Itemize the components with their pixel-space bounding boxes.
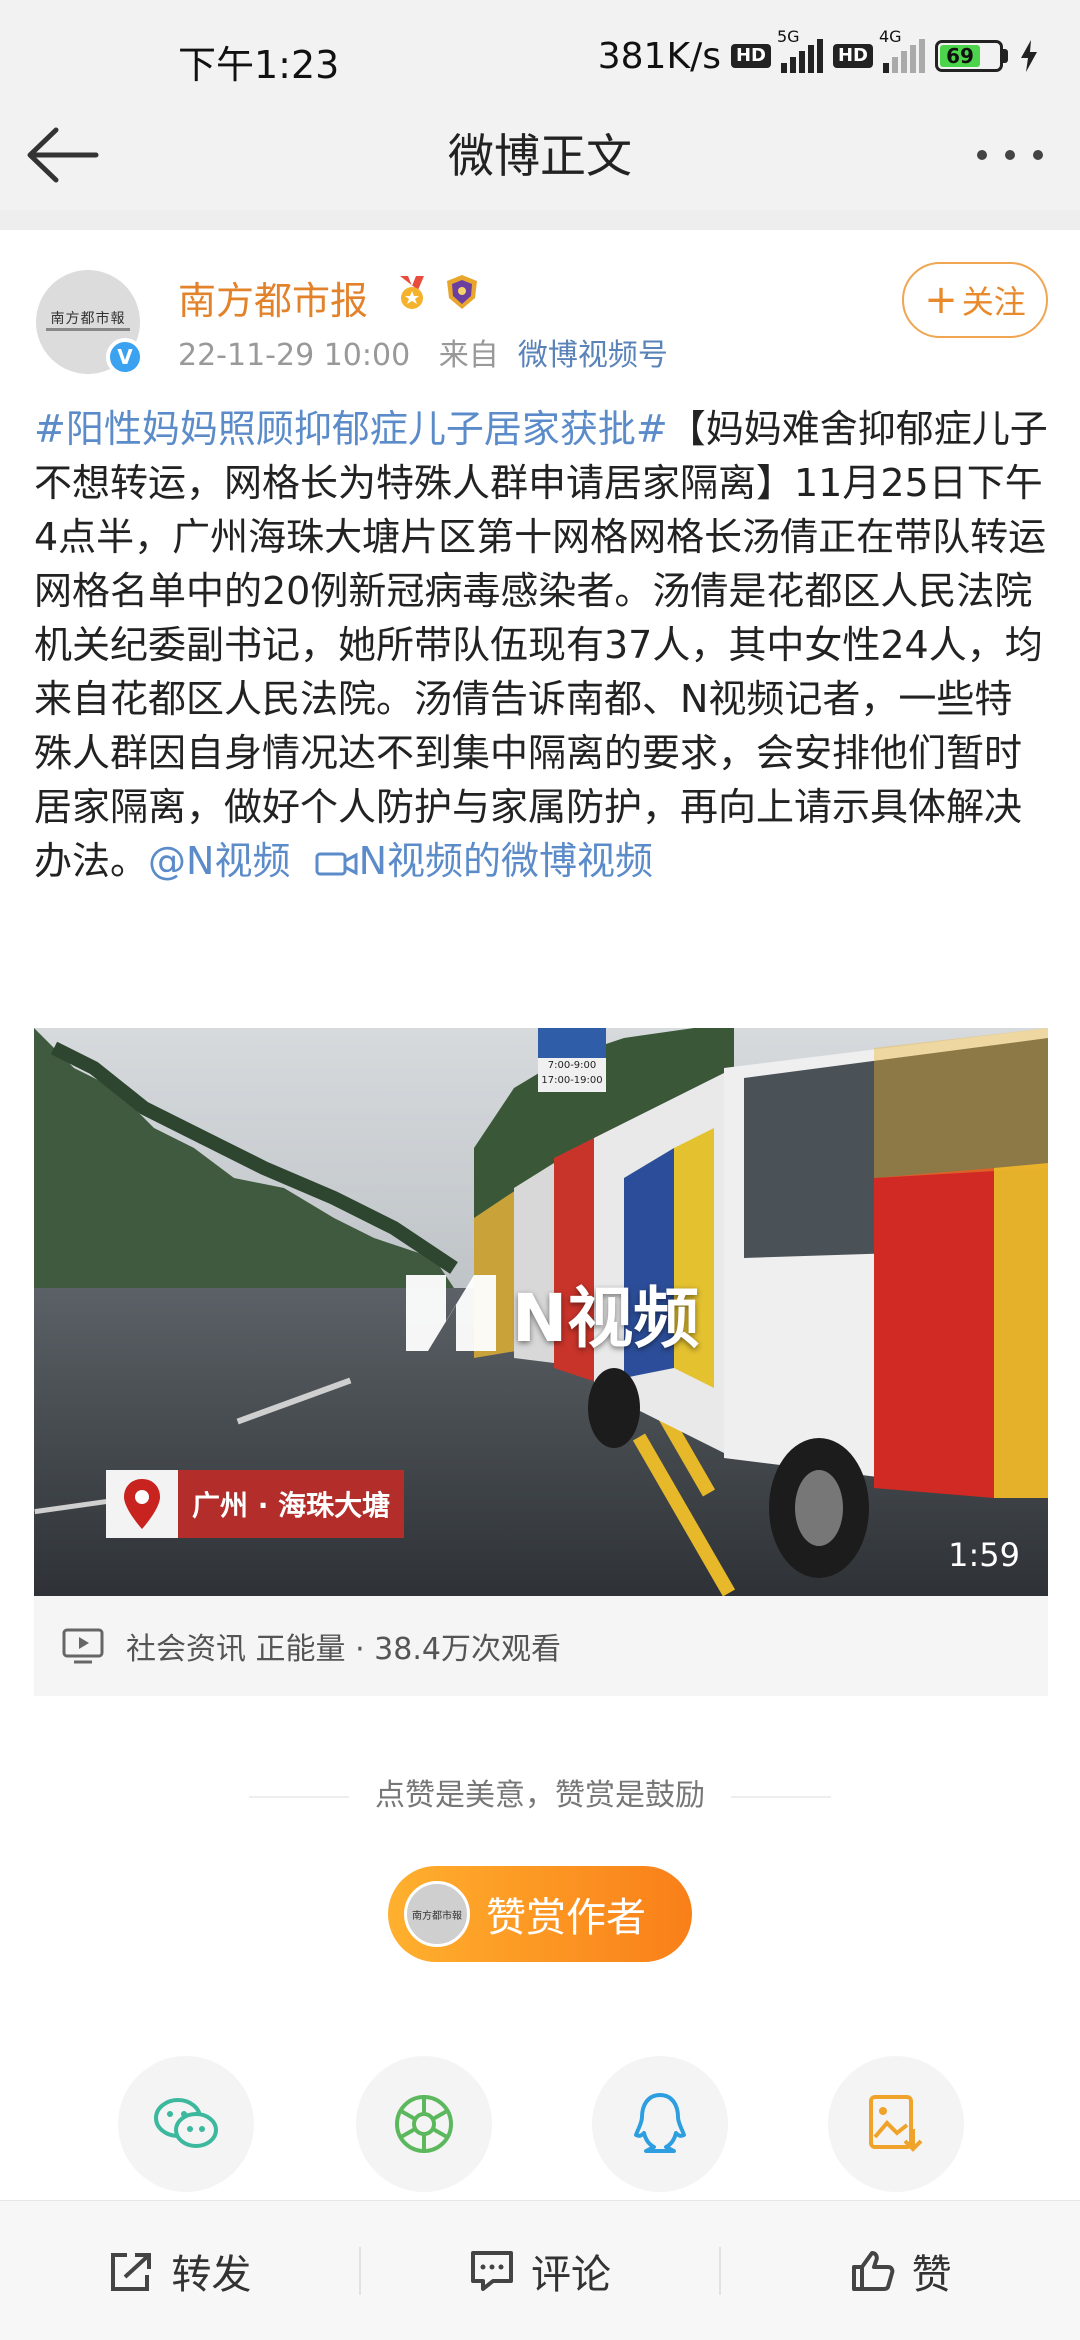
video-player[interactable]: 7:00-9:00 17:00-19:00 N视频 广州 · 海珠大塘 1:59 [34,1028,1048,1596]
thumbs-up-icon [851,2250,895,2291]
charging-icon [1021,40,1037,72]
from-label: 来自 [438,338,499,373]
post-card: 南方都市報 V 南方都市报 22-11-29 10:00 来自 微博视频号 + … [0,230,1080,2340]
mention-link[interactable]: @N视频 [148,839,290,883]
n-video-logo-icon [406,1275,496,1351]
video-brand-text: N视频 [512,1280,700,1357]
share-wechat-button[interactable] [118,2056,254,2192]
post-meta: 22-11-29 10:00 来自 微博视频号 [178,330,668,374]
follow-label: 关注 [961,283,1026,321]
battery-level: 69 [940,44,981,68]
hd-badge-2: HD [832,44,873,68]
share-row [0,2056,1080,2196]
tv-icon [62,1628,104,1664]
verified-badge-icon: V [106,338,144,376]
moments-icon [395,2095,453,2153]
signal-4g-icon: 4G [879,27,925,73]
reward-slogan-text: 点赞是美意，赞赏是鼓励 [375,1778,705,1813]
like-label: 赞 [911,2251,952,2298]
page-title: 微博正文 [448,129,632,183]
hashtag-link[interactable]: #阳性妈妈照顾抑郁症儿子居家获批# [34,407,668,451]
post-time: 22-11-29 10:00 [178,338,411,373]
battery-icon: 69 [935,40,1008,72]
status-time: 下午1:23 [178,43,340,87]
save-image-icon [869,2095,923,2152]
like-button[interactable]: 赞 [721,2201,1080,2340]
video-duration: 1:59 [948,1536,1020,1574]
signal-5g-label: 5G [776,27,800,46]
medal-icon [400,276,424,309]
reward-slogan: 点赞是美意，赞赏是鼓励 [0,1770,1080,1814]
section-divider [0,210,1080,230]
signal-4g-label: 4G [879,27,902,46]
status-icons: 381K/s HD 5G HD 4G 69 [597,27,1040,78]
status-bar: 下午1:23 381K/s HD 5G HD 4G 69 [0,0,1080,100]
net-speed: 381K/s [597,35,721,77]
bottom-action-bar: 转发 评论 赞 [0,2200,1080,2340]
share-qq-button[interactable] [592,2056,728,2192]
video-info-text: 社会资讯 正能量 · 38.4万次观看 [126,1632,561,1667]
wechat-icon [154,2098,218,2148]
reward-avatar: 南方都市報 [404,1881,470,1947]
video-link-icon [315,851,358,876]
nav-bar: 微博正文 [0,100,1080,210]
post-source[interactable]: 微博视频号 [518,338,668,373]
share-moments-button[interactable] [356,2056,492,2192]
comment-icon [471,2250,513,2291]
reward-button-label: 赞赏作者 [486,1895,646,1941]
more-options-icon[interactable] [970,140,1050,170]
post-text: #阳性妈妈照顾抑郁症儿子居家获批#【妈妈难舍抑郁症儿子不想转运，网格长为特殊人群… [34,402,1050,888]
avatar-logo-text: 南方都市報 [50,311,126,327]
location-tag: 广州 · 海珠大塘 [106,1470,405,1538]
location-pin-icon [124,1479,160,1529]
video-info-bar[interactable]: 社会资讯 正能量 · 38.4万次观看 [34,1596,1048,1696]
share-save-image-button[interactable] [828,2056,964,2192]
reward-author-button[interactable]: 南方都市報 赞赏作者 [388,1866,692,1962]
shield-badge-icon [447,275,477,309]
author-name[interactable]: 南方都市报 [178,270,368,325]
comment-button[interactable]: 评论 [361,2201,720,2340]
plus-icon: + [924,277,958,323]
repost-button[interactable]: 转发 [0,2201,359,2340]
hd-badge: HD [730,44,771,68]
repost-label: 转发 [171,2251,252,2298]
qq-icon [634,2093,686,2153]
comment-label: 评论 [531,2251,611,2298]
repost-icon [111,2252,152,2291]
video-brand-watermark: N视频 [396,1258,726,1368]
post-body: 【妈妈难舍抑郁症儿子不想转运，网格长为特殊人群申请居家隔离】11月25日下午4点… [34,407,1048,883]
signal-5g-icon: 5G [777,27,823,73]
location-text: 广州 · 海珠大塘 [178,1470,405,1538]
video-link[interactable]: N视频的微博视频 [359,839,653,883]
follow-button[interactable]: + 关注 [902,262,1048,338]
